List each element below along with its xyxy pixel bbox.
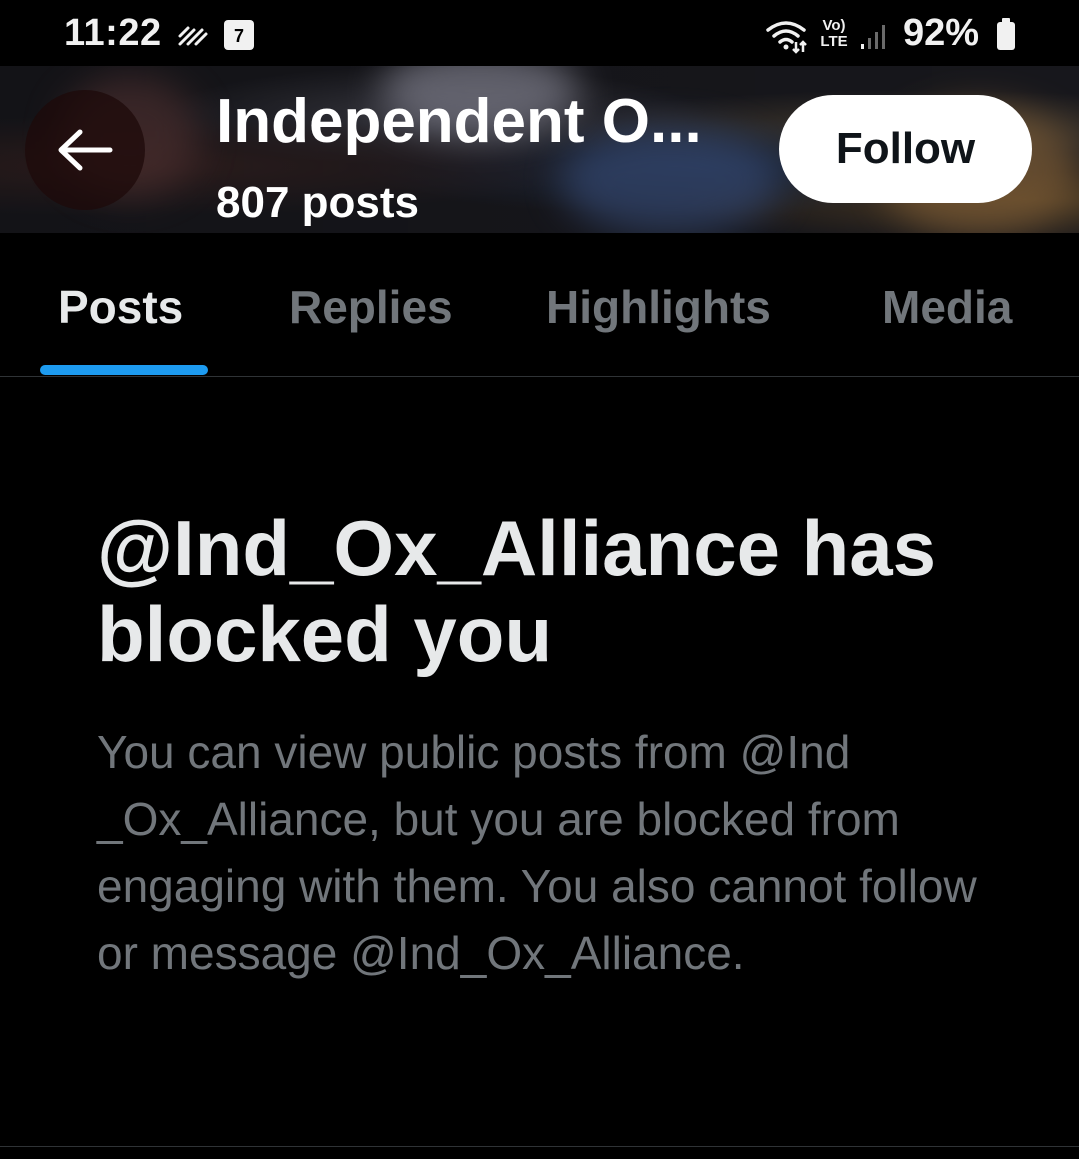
arrow-left-icon bbox=[58, 129, 113, 171]
status-bar: 11:22 7 Vo) LTE 92% bbox=[0, 0, 1079, 66]
volte-label-bottom: LTE bbox=[820, 33, 848, 50]
tab-media[interactable]: Media bbox=[882, 233, 1012, 376]
blocked-description: You can view public posts from @Ind _Ox_… bbox=[97, 726, 977, 979]
profile-header: Independent O... 807 posts Follow bbox=[0, 66, 1079, 233]
status-time: 11:22 bbox=[64, 12, 162, 54]
follow-button[interactable]: Follow bbox=[779, 95, 1032, 203]
tab-posts[interactable]: Posts bbox=[58, 233, 183, 376]
divider bbox=[0, 1146, 1079, 1147]
tab-highlights[interactable]: Highlights bbox=[546, 233, 771, 376]
profile-tabs: Posts Replies Highlights Media bbox=[0, 233, 1079, 377]
volte-icon: Vo) LTE bbox=[816, 18, 852, 50]
active-tab-indicator bbox=[40, 365, 208, 375]
calendar-icon: 7 bbox=[224, 20, 254, 50]
tab-replies[interactable]: Replies bbox=[289, 233, 453, 376]
post-count: 807 posts bbox=[216, 178, 419, 227]
battery-percentage: 92% bbox=[903, 12, 980, 54]
blocked-notice: @Ind_Ox_Alliance has blocked you You can… bbox=[97, 505, 997, 987]
blocked-heading: @Ind_Ox_Alliance has blocked you bbox=[97, 504, 937, 678]
data-saver-icon bbox=[176, 22, 210, 55]
back-button[interactable] bbox=[25, 90, 145, 210]
wifi-icon bbox=[764, 18, 808, 59]
profile-name: Independent O... bbox=[216, 87, 702, 156]
battery-icon bbox=[997, 18, 1015, 50]
signal-icon bbox=[860, 22, 890, 55]
volte-label-top: Vo) bbox=[822, 17, 846, 34]
